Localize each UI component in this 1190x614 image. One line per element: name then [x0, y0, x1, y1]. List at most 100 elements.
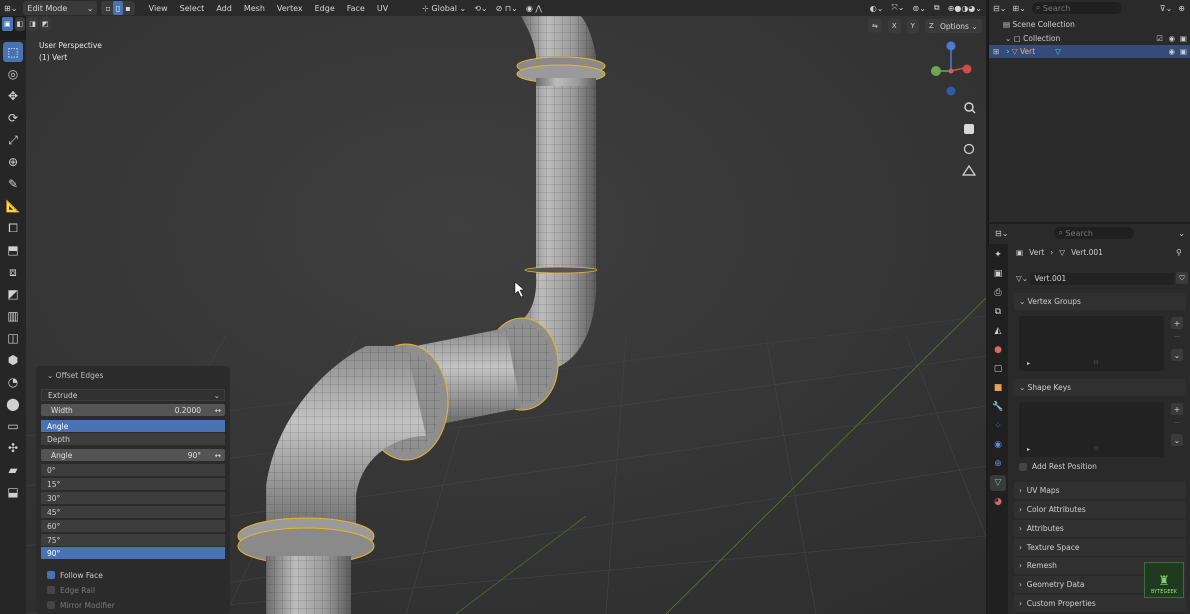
chevron-down-icon[interactable]: ⌄ [1171, 434, 1183, 446]
loop-cut-icon[interactable]: ▥ [3, 306, 23, 326]
annotate-icon[interactable]: ✎ [3, 174, 23, 194]
add-rest-position-checkbox[interactable]: Add Rest Position [1019, 462, 1097, 471]
menu-uv[interactable]: UV [371, 1, 394, 15]
spin-icon[interactable]: ◔ [3, 372, 23, 392]
shrink-fatten-icon[interactable]: ✣ [3, 438, 23, 458]
options-dropdown[interactable]: Options ⌄ [936, 19, 982, 33]
mesh-name-field[interactable]: Vert.001 [1030, 272, 1174, 285]
select-new-icon[interactable]: ▣ [2, 17, 13, 31]
geometry-mode-dropdown[interactable]: Extrude ⌄ [41, 389, 225, 401]
operator-panel-header[interactable]: ⌄ Offset Edges [41, 369, 225, 381]
extrude-icon[interactable]: ⬒ [3, 240, 23, 260]
shading-modes-icon[interactable]: ⊕●◑◕⌄ [944, 1, 986, 15]
modifier-tab-icon[interactable]: 🔧 [990, 399, 1006, 415]
particles-tab-icon[interactable]: ⁘ [990, 418, 1006, 434]
cursor-icon[interactable]: ◎ [3, 64, 23, 84]
gizmo-toggle-icon[interactable]: ⤧⌄ [887, 1, 908, 15]
axis-x-button[interactable]: X [887, 19, 901, 33]
properties-search[interactable]: ⌕ Search [1054, 227, 1135, 239]
output-tab-icon[interactable]: ⎙ [990, 285, 1006, 301]
mesh-data-browse-icon[interactable]: ▽⌄ [1016, 274, 1030, 283]
snap-icon[interactable]: ⊘ ⊓⌄ [492, 1, 522, 15]
camera-icon[interactable]: ▣ [1180, 34, 1187, 43]
mode-option-depth[interactable]: Depth [41, 433, 225, 445]
select-subtract-icon[interactable]: ◨ [27, 17, 38, 31]
poly-build-icon[interactable]: ⬢ [3, 350, 23, 370]
select-extend-icon[interactable]: ◧ [14, 17, 26, 31]
remove-shape-key-icon[interactable]: − [1171, 416, 1183, 428]
collection-tab-icon[interactable]: ▢ [990, 361, 1006, 377]
axis-y-button[interactable]: Y [906, 19, 919, 33]
angle-preset-90[interactable]: 90° [41, 547, 225, 559]
menu-mesh[interactable]: Mesh [238, 1, 271, 15]
breadcrumb-data[interactable]: Vert.001 [1071, 248, 1103, 257]
world-tab-icon[interactable]: ● [990, 342, 1006, 358]
edge-rail-checkbox[interactable]: Edge Rail [41, 584, 225, 596]
editor-type-icon[interactable]: ⊟⌄ [995, 229, 1008, 238]
eye-icon[interactable]: ◉ [1168, 34, 1175, 43]
mode-option-angle[interactable]: Angle [41, 420, 225, 432]
breadcrumb-object[interactable]: Vert [1029, 248, 1044, 257]
select-box-icon[interactable]: ⬚ [3, 42, 23, 62]
color-attributes-panel-header[interactable]: › Color Attributes [1014, 501, 1186, 518]
collection-row[interactable]: ⌄ ▢ Collection ☑ ◉ ▣ [989, 32, 1190, 45]
view-layer-tab-icon[interactable]: ⧉ [990, 304, 1006, 320]
fake-user-icon[interactable]: ⛉ [1176, 272, 1188, 284]
scene-collection-row[interactable]: ▤ Scene Collection [989, 18, 1190, 31]
new-collection-icon[interactable]: ⊕ [1178, 4, 1185, 13]
add-cube-icon[interactable]: ⧠ [3, 218, 23, 238]
add-shape-key-icon[interactable]: + [1171, 403, 1183, 415]
menu-add[interactable]: Add [210, 1, 238, 15]
inset-icon[interactable]: ⧈ [3, 262, 23, 282]
attributes-panel-header[interactable]: › Attributes [1014, 520, 1186, 537]
camera-icon[interactable]: ▣ [1180, 47, 1187, 56]
material-tab-icon[interactable]: ◕ [990, 494, 1006, 510]
editor-type-icon[interactable]: ⊞⌄ [0, 1, 21, 15]
transform-orientation-dropdown[interactable]: ⊹ Global ⌄ [418, 1, 470, 15]
chevron-down-icon[interactable]: ⌄ [1171, 349, 1183, 361]
vertex-groups-panel-header[interactable]: ⌄ Vertex Groups [1014, 293, 1186, 310]
display-mode-icon[interactable]: ⊞⌄ [1012, 4, 1025, 13]
chevron-down-icon[interactable]: ⌄ [1178, 229, 1185, 238]
editor-type-icon[interactable]: ⊟⌄ [993, 4, 1006, 13]
object-tab-icon[interactable]: ■ [990, 380, 1006, 396]
object-row-vert[interactable]: ⊞ › ▽ Vert ▽ ◉ ▣ [989, 45, 1190, 58]
angle-preset-45[interactable]: 45° [41, 506, 225, 518]
tool-tab-icon[interactable]: ✦ [990, 247, 1006, 263]
menu-vertex[interactable]: Vertex [271, 1, 309, 15]
angle-preset-60[interactable]: 60° [41, 520, 225, 532]
symmetry-icon[interactable]: ⇋ [868, 19, 882, 33]
vertex-select-icon[interactable]: ▫ [103, 1, 112, 15]
edge-slide-icon[interactable]: ▭ [3, 416, 23, 436]
physics-tab-icon[interactable]: ◉ [990, 437, 1006, 453]
mode-dropdown[interactable]: Edit Mode ⌄ [23, 1, 98, 15]
mirror-modifier-checkbox[interactable]: Mirror Modifier [41, 599, 225, 611]
resize-grip-icon[interactable]: ⦙⦙⦙ [1094, 359, 1098, 367]
filter-icon[interactable]: ⊽⌄ [1160, 4, 1173, 13]
shear-icon[interactable]: ▰ [3, 460, 23, 480]
edge-select-icon[interactable]: ▯ [112, 1, 124, 15]
shape-keys-panel-header[interactable]: ⌄ Shape Keys [1014, 379, 1186, 396]
angle-preset-15[interactable]: 15° [41, 478, 225, 490]
remove-vertex-group-icon[interactable]: − [1171, 330, 1183, 342]
width-field[interactable]: Width 0.2000 ↔ [41, 404, 225, 416]
checkbox-icon[interactable]: ☑ [1156, 34, 1163, 43]
add-vertex-group-icon[interactable]: + [1171, 317, 1183, 329]
bevel-icon[interactable]: ◩ [3, 284, 23, 304]
angle-preset-30[interactable]: 30° [41, 492, 225, 504]
menu-view[interactable]: View [143, 1, 174, 15]
constraints-tab-icon[interactable]: ⊕ [990, 456, 1006, 472]
vertex-groups-list[interactable]: ▸ ⦙⦙⦙ [1019, 316, 1164, 371]
pin-icon[interactable]: ⚲ [1176, 248, 1182, 257]
scene-tab-icon[interactable]: ◭ [990, 323, 1006, 339]
resize-grip-icon[interactable]: ⦙⦙⦙ [1094, 445, 1098, 453]
angle-field[interactable]: Angle 90° ↔ [41, 449, 225, 461]
uv-maps-panel-header[interactable]: › UV Maps [1014, 482, 1186, 499]
menu-face[interactable]: Face [341, 1, 371, 15]
proportional-edit-icon[interactable]: ◉ ⋀ [522, 1, 546, 15]
scale-icon[interactable]: ⤢ [3, 130, 23, 150]
angle-preset-75[interactable]: 75° [41, 534, 225, 546]
mesh-data-tab-icon[interactable]: ▽ [990, 475, 1006, 491]
menu-edge[interactable]: Edge [309, 1, 341, 15]
shape-keys-list[interactable]: ▸ ⦙⦙⦙ [1019, 402, 1164, 457]
